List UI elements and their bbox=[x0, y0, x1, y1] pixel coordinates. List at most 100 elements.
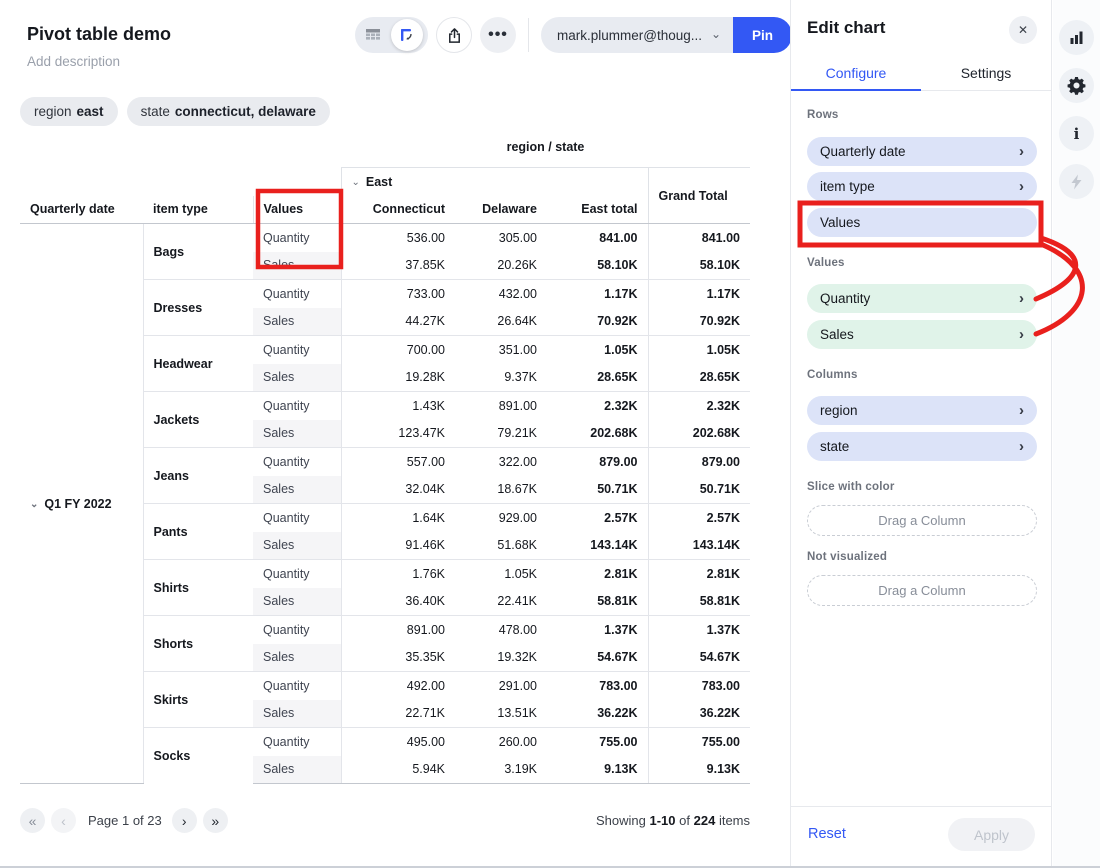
measure-label-quantity[interactable]: Quantity bbox=[253, 392, 341, 420]
sales-value-cell[interactable]: 36.22K bbox=[648, 700, 750, 728]
values-field-quantity[interactable]: Quantity› bbox=[807, 284, 1037, 313]
sales-value-cell[interactable]: 202.68K bbox=[648, 420, 750, 448]
reset-button[interactable]: Reset bbox=[808, 826, 846, 842]
not-visualized-dropzone[interactable]: Drag a Column bbox=[807, 575, 1037, 606]
sales-value-cell[interactable]: 28.65K bbox=[648, 364, 750, 392]
sales-value-cell[interactable]: 54.67K bbox=[547, 644, 648, 672]
sales-value-cell[interactable]: 79.21K bbox=[455, 420, 547, 448]
item-type-cell[interactable]: Jackets bbox=[143, 392, 253, 448]
sales-value-cell[interactable]: 50.71K bbox=[547, 476, 648, 504]
item-type-cell[interactable]: Skirts bbox=[143, 672, 253, 728]
settings-button[interactable] bbox=[1059, 68, 1094, 103]
sales-value-cell[interactable]: 36.40K bbox=[341, 588, 455, 616]
header-east-total[interactable]: East total bbox=[547, 196, 648, 224]
sales-value-cell[interactable]: 58.81K bbox=[648, 588, 750, 616]
last-page-button[interactable]: » bbox=[203, 808, 228, 833]
quantity-value-cell[interactable]: 1.37K bbox=[547, 616, 648, 644]
sales-value-cell[interactable]: 70.92K bbox=[547, 308, 648, 336]
filter-chip-region[interactable]: region east bbox=[20, 97, 118, 126]
sales-value-cell[interactable]: 51.68K bbox=[455, 532, 547, 560]
quantity-value-cell[interactable]: 841.00 bbox=[547, 224, 648, 252]
first-page-button[interactable]: « bbox=[20, 808, 45, 833]
measure-label-sales[interactable]: Sales bbox=[253, 476, 341, 504]
close-panel-button[interactable]: ✕ bbox=[1009, 16, 1037, 44]
sales-value-cell[interactable]: 22.71K bbox=[341, 700, 455, 728]
filter-chip-state[interactable]: state connecticut, delaware bbox=[127, 97, 330, 126]
rows-field-quarterly-date[interactable]: Quarterly date› bbox=[807, 137, 1037, 166]
quantity-value-cell[interactable]: 1.37K bbox=[648, 616, 750, 644]
sales-value-cell[interactable]: 143.14K bbox=[648, 532, 750, 560]
quantity-value-cell[interactable]: 1.17K bbox=[547, 280, 648, 308]
quantity-value-cell[interactable]: 1.76K bbox=[341, 560, 455, 588]
chart-button[interactable] bbox=[1059, 20, 1094, 55]
quantity-value-cell[interactable]: 783.00 bbox=[547, 672, 648, 700]
chevron-right-icon[interactable]: › bbox=[1019, 438, 1024, 455]
sales-value-cell[interactable]: 5.94K bbox=[341, 756, 455, 784]
sales-value-cell[interactable]: 36.22K bbox=[547, 700, 648, 728]
quantity-value-cell[interactable]: 1.17K bbox=[648, 280, 750, 308]
sales-value-cell[interactable]: 35.35K bbox=[341, 644, 455, 672]
quantity-value-cell[interactable]: 755.00 bbox=[547, 728, 648, 756]
tab-settings[interactable]: Settings bbox=[921, 60, 1051, 90]
sales-value-cell[interactable]: 202.68K bbox=[547, 420, 648, 448]
header-delaware[interactable]: Delaware bbox=[455, 196, 547, 224]
sales-value-cell[interactable]: 54.67K bbox=[648, 644, 750, 672]
quantity-value-cell[interactable]: 291.00 bbox=[455, 672, 547, 700]
chevron-right-icon[interactable]: › bbox=[1019, 326, 1024, 343]
measure-label-quantity[interactable]: Quantity bbox=[253, 224, 341, 252]
quantity-value-cell[interactable]: 841.00 bbox=[648, 224, 750, 252]
sales-value-cell[interactable]: 9.13K bbox=[547, 756, 648, 784]
item-type-cell[interactable]: Pants bbox=[143, 504, 253, 560]
sales-value-cell[interactable]: 70.92K bbox=[648, 308, 750, 336]
header-values[interactable]: Values bbox=[253, 196, 341, 224]
measure-label-sales[interactable]: Sales bbox=[253, 364, 341, 392]
measure-label-sales[interactable]: Sales bbox=[253, 308, 341, 336]
sales-value-cell[interactable]: 19.32K bbox=[455, 644, 547, 672]
quantity-value-cell[interactable]: 1.05K bbox=[547, 336, 648, 364]
sales-value-cell[interactable]: 19.28K bbox=[341, 364, 455, 392]
column-group-east[interactable]: ⌄East bbox=[341, 168, 648, 196]
next-page-button[interactable]: › bbox=[172, 808, 197, 833]
spotiq-button[interactable] bbox=[1059, 164, 1094, 199]
item-type-cell[interactable]: Shorts bbox=[143, 616, 253, 672]
info-button[interactable]: i bbox=[1059, 116, 1094, 151]
collapse-quarter-icon[interactable]: ⌄ bbox=[30, 499, 38, 510]
columns-field-state[interactable]: state› bbox=[807, 432, 1037, 461]
item-type-cell[interactable]: Shirts bbox=[143, 560, 253, 616]
quantity-value-cell[interactable]: 557.00 bbox=[341, 448, 455, 476]
quantity-value-cell[interactable]: 783.00 bbox=[648, 672, 750, 700]
collapse-east-icon[interactable]: ⌄ bbox=[352, 177, 360, 188]
sales-value-cell[interactable]: 26.64K bbox=[455, 308, 547, 336]
sales-value-cell[interactable]: 18.67K bbox=[455, 476, 547, 504]
measure-label-sales[interactable]: Sales bbox=[253, 252, 341, 280]
quantity-value-cell[interactable]: 755.00 bbox=[648, 728, 750, 756]
sales-value-cell[interactable]: 50.71K bbox=[648, 476, 750, 504]
measure-label-quantity[interactable]: Quantity bbox=[253, 616, 341, 644]
measure-label-sales[interactable]: Sales bbox=[253, 588, 341, 616]
quantity-value-cell[interactable]: 322.00 bbox=[455, 448, 547, 476]
measure-label-quantity[interactable]: Quantity bbox=[253, 560, 341, 588]
sales-value-cell[interactable]: 123.47K bbox=[341, 420, 455, 448]
header-item-type[interactable]: item type bbox=[143, 196, 253, 224]
measure-label-sales[interactable]: Sales bbox=[253, 700, 341, 728]
item-type-cell[interactable]: Headwear bbox=[143, 336, 253, 392]
sales-value-cell[interactable]: 3.19K bbox=[455, 756, 547, 784]
quarter-cell[interactable]: ⌄Q1 FY 2022 bbox=[20, 224, 143, 784]
sales-value-cell[interactable]: 28.65K bbox=[547, 364, 648, 392]
apply-button[interactable]: Apply bbox=[948, 818, 1035, 851]
measure-label-quantity[interactable]: Quantity bbox=[253, 448, 341, 476]
chevron-right-icon[interactable]: › bbox=[1019, 178, 1024, 195]
quantity-value-cell[interactable]: 351.00 bbox=[455, 336, 547, 364]
quantity-value-cell[interactable]: 2.81K bbox=[648, 560, 750, 588]
add-description-field[interactable]: Add description bbox=[27, 54, 120, 69]
measure-label-quantity[interactable]: Quantity bbox=[253, 336, 341, 364]
author-dropdown[interactable]: mark.plummer@thoug... ⌄ bbox=[541, 17, 733, 53]
rows-field-item-type[interactable]: item type› bbox=[807, 172, 1037, 201]
header-quarterly-date[interactable]: Quarterly date bbox=[20, 196, 143, 224]
values-field-sales[interactable]: Sales› bbox=[807, 320, 1037, 349]
more-options-button[interactable]: ••• bbox=[480, 17, 516, 53]
quantity-value-cell[interactable]: 478.00 bbox=[455, 616, 547, 644]
chevron-right-icon[interactable]: › bbox=[1019, 402, 1024, 419]
sales-value-cell[interactable]: 143.14K bbox=[547, 532, 648, 560]
item-type-cell[interactable]: Socks bbox=[143, 728, 253, 784]
